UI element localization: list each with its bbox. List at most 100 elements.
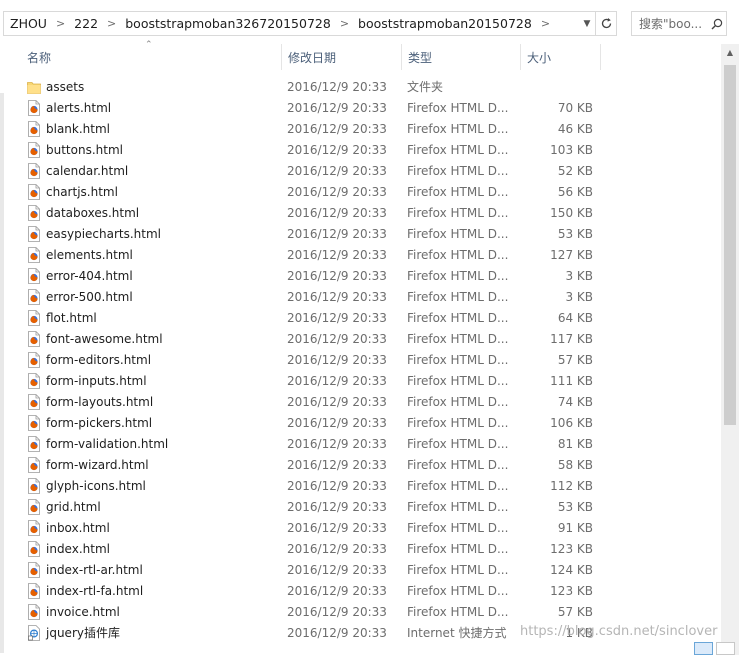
file-row[interactable]: form-editors.html 2016/12/9 20:33 Firefox … — [5, 349, 720, 370]
file-name-cell[interactable]: error-404.html — [27, 265, 133, 286]
file-size: 123 KB — [550, 583, 593, 598]
large-icons-view-icon[interactable] — [716, 642, 735, 655]
file-name-cell[interactable]: jquery插件库 — [27, 622, 120, 643]
breadcrumb-separator-icon[interactable]: > — [340, 17, 349, 30]
file-row[interactable]: invoice.html 2016/12/9 20:33 Firefox HTML … — [5, 601, 720, 622]
column-header-name[interactable]: 名称 — [21, 44, 282, 70]
file-size: 57 KB — [557, 352, 593, 367]
file-name-cell[interactable]: form-validation.html — [27, 433, 168, 454]
file-date: 2016/12/9 20:33 — [287, 415, 387, 430]
scroll-up-arrow-icon[interactable]: ▲ — [721, 44, 739, 61]
chevron-down-icon[interactable]: ▼ — [578, 11, 596, 36]
breadcrumb-item[interactable]: booststrapmoban20150728 — [358, 16, 532, 31]
scrollbar-thumb[interactable] — [724, 65, 736, 425]
file-row[interactable]: alerts.html 2016/12/9 20:33 Firefox HTML D… — [5, 97, 720, 118]
file-name-cell[interactable]: font-awesome.html — [27, 328, 163, 349]
file-name-cell[interactable]: grid.html — [27, 496, 101, 517]
file-name-cell[interactable]: glyph-icons.html — [27, 475, 146, 496]
file-name-cell[interactable]: form-pickers.html — [27, 412, 152, 433]
breadcrumb-item[interactable]: 222 — [74, 16, 98, 31]
file-name-cell[interactable]: flot.html — [27, 307, 97, 328]
file-name-cell[interactable]: elements.html — [27, 244, 133, 265]
file-name-cell[interactable]: form-inputs.html — [27, 370, 147, 391]
file-row[interactable]: form-pickers.html 2016/12/9 20:33 Firefox … — [5, 412, 720, 433]
file-name-cell[interactable]: form-editors.html — [27, 349, 151, 370]
file-size: 58 KB — [557, 457, 593, 472]
file-name-cell[interactable]: index.html — [27, 538, 110, 559]
file-type: Firefox HTML D... — [407, 352, 509, 367]
breadcrumb-separator-icon[interactable]: > — [541, 17, 550, 30]
file-size: 112 KB — [550, 478, 593, 493]
address-bar[interactable]: ZHOU >222 > booststrapmoban326720150728 > boo… — [3, 11, 596, 36]
column-header-date[interactable]: 修改日期 — [282, 44, 402, 70]
file-name: font-awesome.html — [46, 331, 163, 346]
file-row[interactable]: elements.html 2016/12/9 20:33 Firefox HTML… — [5, 244, 720, 265]
file-size: 123 KB — [550, 541, 593, 556]
file-name-cell[interactable]: buttons.html — [27, 139, 123, 160]
file-name-cell[interactable]: form-layouts.html — [27, 391, 153, 412]
search-icon[interactable] — [708, 18, 726, 30]
file-size: 127 KB — [550, 247, 593, 262]
vertical-scrollbar[interactable]: ▲ — [721, 44, 739, 655]
refresh-button[interactable] — [596, 11, 617, 36]
file-name-cell[interactable]: form-wizard.html — [27, 454, 149, 475]
file-date: 2016/12/9 20:33 — [287, 205, 387, 220]
file-row[interactable]: inbox.html 2016/12/9 20:33 Firefox HTML D.… — [5, 517, 720, 538]
file-name-cell[interactable]: assets — [27, 76, 84, 97]
file-row[interactable]: form-inputs.html 2016/12/9 20:33 Firefox H… — [5, 370, 720, 391]
file-row[interactable]: index.html 2016/12/9 20:33 Firefox HTML D.… — [5, 538, 720, 559]
file-row[interactable]: calendar.html 2016/12/9 20:33 Firefox HTML… — [5, 160, 720, 181]
file-name-cell[interactable]: chartjs.html — [27, 181, 118, 202]
breadcrumb-separator-icon[interactable]: > — [107, 17, 116, 30]
file-row[interactable]: font-awesome.html 2016/12/9 20:33 Firefox … — [5, 328, 720, 349]
nav-scrollbar-thumb[interactable] — [0, 93, 4, 653]
firefox-html-file-icon — [27, 99, 41, 116]
file-name-cell[interactable]: index-rtl-fa.html — [27, 580, 143, 601]
file-name-cell[interactable]: blank.html — [27, 118, 110, 139]
file-row[interactable]: chartjs.html 2016/12/9 20:33 Firefox HTML … — [5, 181, 720, 202]
file-size: 57 KB — [557, 604, 593, 619]
file-row[interactable]: grid.html 2016/12/9 20:33 Firefox HTML D..… — [5, 496, 720, 517]
breadcrumb-item[interactable]: ZHOU — [10, 16, 47, 31]
file-type: Firefox HTML D... — [407, 184, 509, 199]
file-type: Firefox HTML D... — [407, 520, 509, 535]
file-name-cell[interactable]: index-rtl-ar.html — [27, 559, 143, 580]
refresh-icon — [601, 18, 611, 29]
file-size: 3 KB — [565, 268, 593, 283]
file-name-cell[interactable]: alerts.html — [27, 97, 111, 118]
file-row[interactable]: form-layouts.html 2016/12/9 20:33 Firefox … — [5, 391, 720, 412]
firefox-html-file-icon — [27, 561, 41, 578]
firefox-html-file-icon — [27, 435, 41, 452]
file-name-cell[interactable]: error-500.html — [27, 286, 133, 307]
file-row[interactable]: buttons.html 2016/12/9 20:33 Firefox HTML … — [5, 139, 720, 160]
column-header-type[interactable]: 类型 — [402, 44, 521, 70]
file-row[interactable]: index-rtl-fa.html 2016/12/9 20:33 Firefox … — [5, 580, 720, 601]
file-row[interactable]: databoxes.html 2016/12/9 20:33 Firefox HTM… — [5, 202, 720, 223]
file-row[interactable]: form-validation.html 2016/12/9 20:33 Firef… — [5, 433, 720, 454]
file-row[interactable]: error-404.html 2016/12/9 20:33 Firefox HTM… — [5, 265, 720, 286]
file-row[interactable]: error-500.html 2016/12/9 20:33 Firefox HTM… — [5, 286, 720, 307]
file-name-cell[interactable]: easypiecharts.html — [27, 223, 161, 244]
file-name: buttons.html — [46, 142, 123, 157]
details-view-icon[interactable] — [694, 642, 713, 655]
file-row[interactable]: flot.html 2016/12/9 20:33 Firefox HTML D..… — [5, 307, 720, 328]
file-name: form-wizard.html — [46, 457, 149, 472]
file-row[interactable]: assets 2016/12/9 20:33 文件夹 — [5, 76, 720, 97]
file-row[interactable]: index-rtl-ar.html 2016/12/9 20:33 Firefox … — [5, 559, 720, 580]
file-name: form-inputs.html — [46, 373, 147, 388]
file-name-cell[interactable]: inbox.html — [27, 517, 110, 538]
breadcrumb-separator-icon[interactable]: > — [56, 17, 65, 30]
file-date: 2016/12/9 20:33 — [287, 457, 387, 472]
file-row[interactable]: blank.html 2016/12/9 20:33 Firefox HTML D.… — [5, 118, 720, 139]
file-row[interactable]: form-wizard.html 2016/12/9 20:33 Firefox H… — [5, 454, 720, 475]
file-name-cell[interactable]: calendar.html — [27, 160, 128, 181]
file-name-cell[interactable]: invoice.html — [27, 601, 120, 622]
file-name-cell[interactable]: databoxes.html — [27, 202, 139, 223]
column-header-size[interactable]: 大小 — [521, 44, 601, 70]
file-row[interactable]: easypiecharts.html 2016/12/9 20:33 Firefox… — [5, 223, 720, 244]
breadcrumb-item[interactable]: booststrapmoban326720150728 — [125, 16, 331, 31]
file-date: 2016/12/9 20:33 — [287, 79, 387, 94]
file-date: 2016/12/9 20:33 — [287, 247, 387, 262]
search-input[interactable]: 搜索"boo... — [631, 11, 727, 36]
file-row[interactable]: glyph-icons.html 2016/12/9 20:33 Firefox H… — [5, 475, 720, 496]
